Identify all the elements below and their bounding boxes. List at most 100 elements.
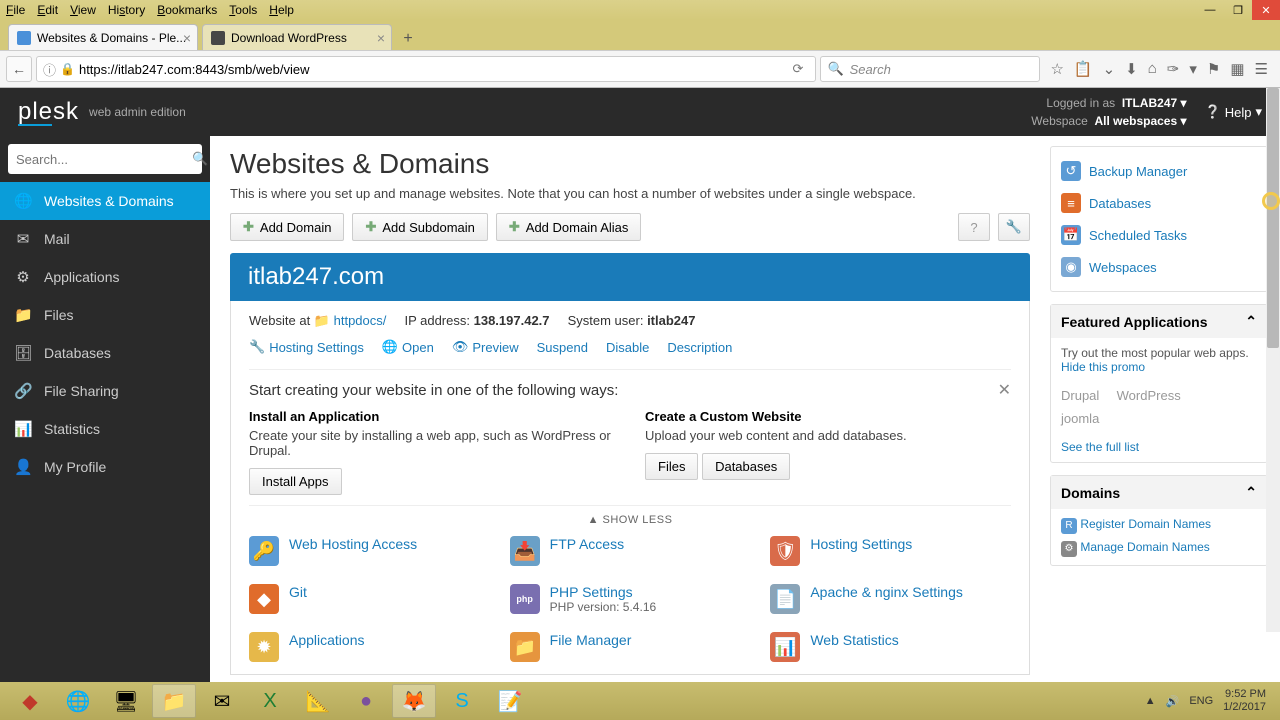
downloads-icon[interactable]: ⬇	[1125, 60, 1138, 78]
domain-link-description[interactable]: Description	[667, 339, 732, 355]
sidebar-item-files[interactable]: 📁Files	[0, 296, 210, 334]
tray-up-icon[interactable]: ▲	[1145, 695, 1156, 707]
task-explorer[interactable]: 🖥	[104, 684, 148, 718]
task-notepad[interactable]: 📝	[488, 684, 532, 718]
window-minimize[interactable]: —	[1196, 0, 1224, 20]
files-button[interactable]: Files	[645, 453, 698, 480]
back-button[interactable]: ←	[6, 56, 32, 82]
quicklink-backup-manager[interactable]: ↺Backup Manager	[1061, 155, 1257, 187]
featured-app[interactable]: joomla	[1061, 411, 1099, 426]
tools-icon-button[interactable]: 🔧	[998, 213, 1030, 241]
pocket-icon[interactable]: ⌄	[1103, 60, 1116, 78]
reader-icon[interactable]: ▦	[1230, 60, 1244, 78]
task-thunderbird[interactable]: ✉	[200, 684, 244, 718]
flag-icon[interactable]: ⚑	[1207, 60, 1220, 78]
domain-link-open[interactable]: 🌐Open	[382, 339, 434, 355]
tool-git[interactable]: ◆Git	[249, 584, 490, 614]
sidebar-item-databases[interactable]: 🗄Databases	[0, 334, 210, 372]
sidebar-item-statistics[interactable]: 📊Statistics	[0, 410, 210, 448]
url-field[interactable]: ⓘ 🔒 https://itlab247.com:8443/smb/web/vi…	[36, 56, 816, 82]
sidebar-search-input[interactable]	[16, 152, 192, 167]
home-icon[interactable]: ⌂	[1148, 60, 1157, 78]
menu-file[interactable]: File	[6, 3, 25, 17]
menu-help[interactable]: Help	[269, 3, 294, 17]
clipboard-icon[interactable]: 📋	[1074, 60, 1093, 78]
task-viber[interactable]: ●	[344, 684, 388, 718]
menu-bookmarks[interactable]: Bookmarks	[157, 3, 217, 17]
task-skype[interactable]: S	[440, 684, 484, 718]
domain-link-hosting-settings[interactable]: 🔧Hosting Settings	[249, 339, 364, 355]
see-full-list-link[interactable]: See the full list	[1061, 440, 1139, 454]
menu-view[interactable]: View	[70, 3, 96, 17]
browser-tab-active[interactable]: Websites & Domains - Ple... ×	[8, 24, 198, 50]
domain-link-suspend[interactable]: Suspend	[537, 339, 588, 355]
sidebar-item-mail[interactable]: ✉Mail	[0, 220, 210, 258]
tray-lang[interactable]: ENG	[1189, 695, 1213, 707]
sidebar-item-applications[interactable]: ⚙Applications	[0, 258, 210, 296]
task-excel[interactable]: X	[248, 684, 292, 718]
add-domain-button[interactable]: ✚Add Domain	[230, 213, 344, 241]
show-less-toggle[interactable]: ▲ SHOW LESS	[249, 505, 1011, 526]
quicklink-databases[interactable]: ≡Databases	[1061, 187, 1257, 219]
menu-history[interactable]: History	[108, 3, 145, 17]
hide-promo-link[interactable]: Hide this promo	[1061, 360, 1145, 374]
tool-web-statistics[interactable]: 📊Web Statistics	[770, 632, 1011, 662]
chevron-up-icon[interactable]: ⌃	[1245, 484, 1257, 501]
install-apps-button[interactable]: Install Apps	[249, 468, 342, 495]
window-close[interactable]: ✕	[1252, 0, 1280, 20]
sidebar-item-websites-domains[interactable]: 🌐Websites & Domains	[0, 182, 210, 220]
new-tab-button[interactable]: +	[396, 28, 420, 50]
tab-close-icon[interactable]: ×	[377, 30, 385, 46]
add-alias-button[interactable]: ✚Add Domain Alias	[496, 213, 642, 241]
webspace-dropdown[interactable]: All webspaces ▾	[1094, 114, 1186, 128]
featured-app[interactable]: WordPress	[1117, 388, 1181, 403]
databases-button[interactable]: Databases	[702, 453, 790, 480]
task-firefox[interactable]: 🦊	[392, 684, 436, 718]
tool-file-manager[interactable]: 📁File Manager	[510, 632, 751, 662]
hamburger-icon[interactable]: ☰	[1255, 60, 1268, 78]
search-icon[interactable]: 🔍	[192, 151, 208, 167]
domain-link-disable[interactable]: Disable	[606, 339, 649, 355]
tab-close-icon[interactable]: ×	[183, 30, 191, 46]
register-domain-link[interactable]: Register Domain Names	[1080, 517, 1211, 531]
tray-clock[interactable]: 9:52 PM1/2/2017	[1223, 688, 1266, 714]
quicklink-scheduled-tasks[interactable]: 📅Scheduled Tasks	[1061, 219, 1257, 251]
user-dropdown[interactable]: ITLAB247 ▾	[1122, 96, 1187, 110]
httpdocs-link[interactable]: httpdocs/	[334, 313, 387, 328]
chevron-up-icon[interactable]: ⌃	[1245, 313, 1257, 330]
task-files[interactable]: 📁	[152, 684, 196, 718]
tool-php-settings[interactable]: phpPHP SettingsPHP version: 5.4.16	[510, 584, 751, 614]
dropdown-icon[interactable]: ▾	[1189, 60, 1197, 78]
featured-app[interactable]: Drupal	[1061, 388, 1099, 403]
plugin-icon[interactable]: ✑	[1167, 60, 1180, 78]
sidebar-item-my-profile[interactable]: 👤My Profile	[0, 448, 210, 486]
sidebar-search[interactable]: 🔍	[8, 144, 202, 174]
tool-ftp-access[interactable]: 📥FTP Access	[510, 536, 751, 566]
close-icon[interactable]: ✕	[998, 380, 1011, 400]
sidebar-item-file-sharing[interactable]: 🔗File Sharing	[0, 372, 210, 410]
bookmark-star-icon[interactable]: ☆	[1050, 60, 1063, 78]
tool-apache-nginx-settings[interactable]: 📄Apache & nginx Settings	[770, 584, 1011, 614]
tool-applications[interactable]: ✹Applications	[249, 632, 490, 662]
manage-domain-link[interactable]: Manage Domain Names	[1080, 540, 1209, 554]
tray-volume-icon[interactable]: 🔊	[1166, 695, 1180, 708]
window-restore[interactable]: ❐	[1224, 0, 1252, 20]
domain-header[interactable]: itlab247.com	[230, 253, 1030, 301]
browser-tab[interactable]: Download WordPress ×	[202, 24, 392, 50]
info-icon[interactable]: ⓘ	[43, 60, 56, 79]
help-icon-button[interactable]: ?	[958, 213, 990, 241]
menu-edit[interactable]: Edit	[37, 3, 58, 17]
task-visio[interactable]: 📐	[296, 684, 340, 718]
task-app[interactable]: ◆	[8, 684, 52, 718]
tool-web-hosting-access[interactable]: 🔑Web Hosting Access	[249, 536, 490, 566]
tool-hosting-settings[interactable]: 🛡Hosting Settings	[770, 536, 1011, 566]
quicklink-webspaces[interactable]: ◉Webspaces	[1061, 251, 1257, 283]
search-field[interactable]: 🔍 Search	[820, 56, 1040, 82]
reload-icon[interactable]: ⟳	[793, 61, 804, 77]
add-subdomain-button[interactable]: ✚Add Subdomain	[352, 213, 487, 241]
scrollbar[interactable]	[1266, 88, 1280, 632]
task-ie[interactable]: 🌐	[56, 684, 100, 718]
help-button[interactable]: ❔ Help ▾	[1205, 104, 1262, 120]
plesk-logo[interactable]: plesk	[18, 98, 79, 126]
domain-link-preview[interactable]: 👁Preview	[452, 339, 519, 355]
